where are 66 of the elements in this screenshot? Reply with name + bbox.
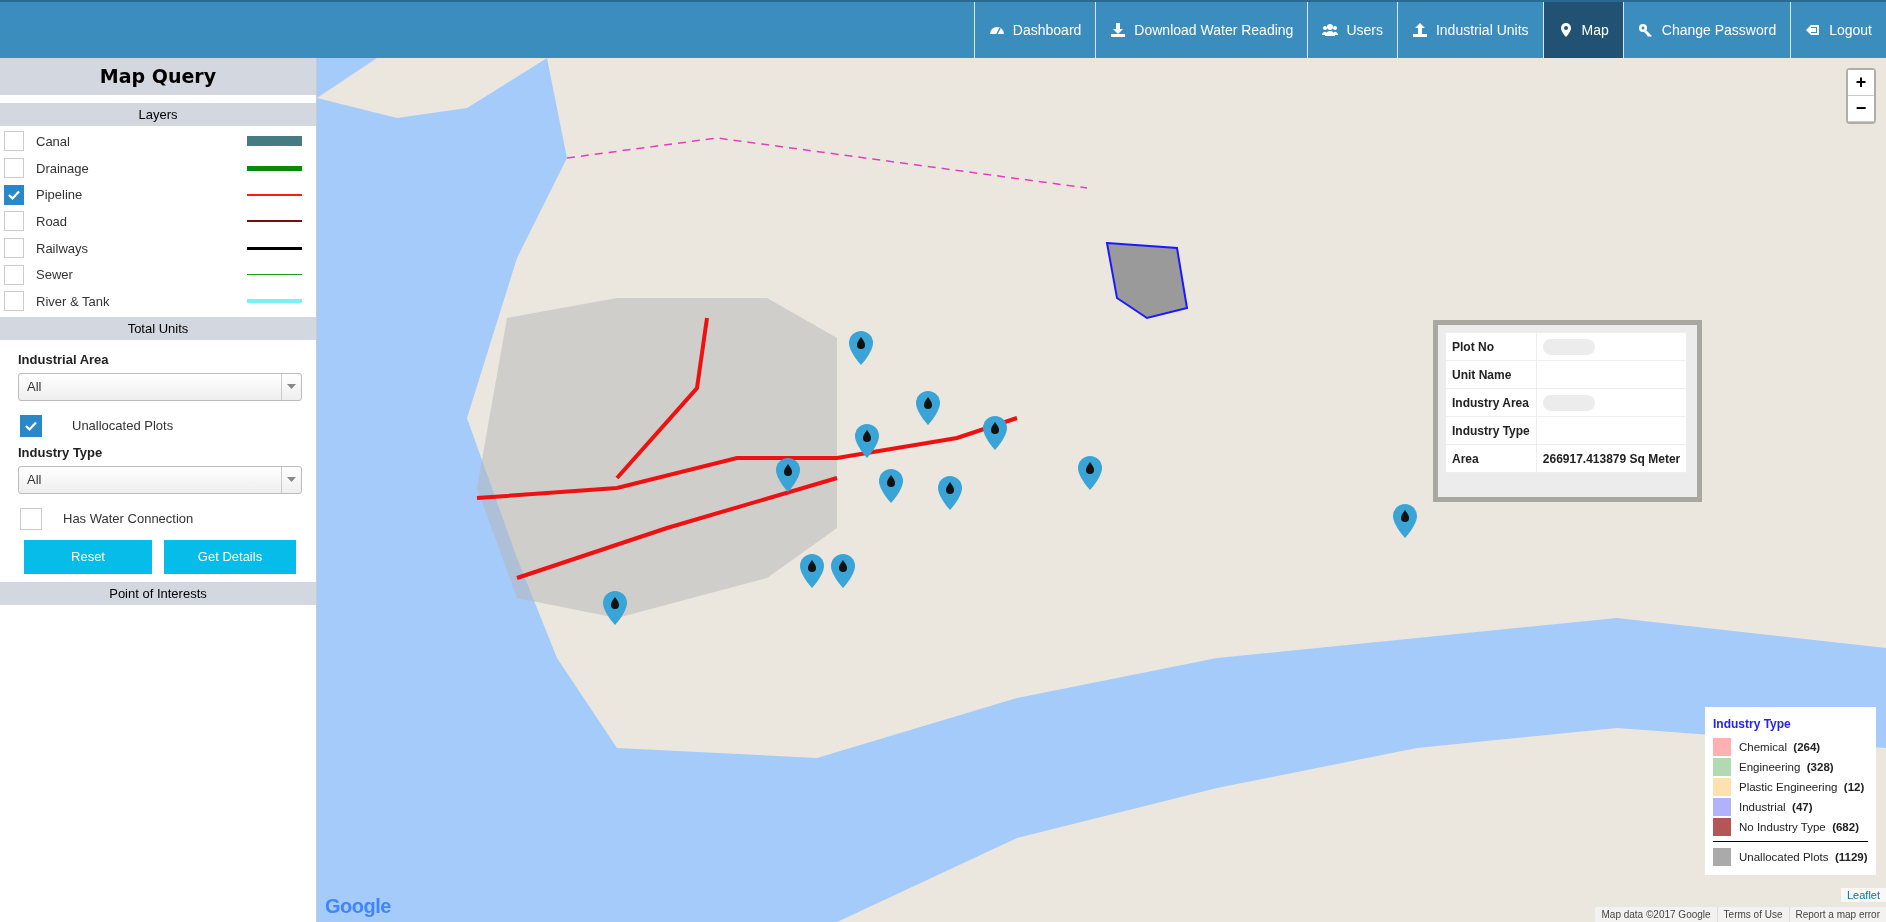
zoom-out-button[interactable]: − <box>1848 96 1874 122</box>
map-pin-icon[interactable] <box>776 458 800 492</box>
caret-icon <box>287 384 296 390</box>
dropdown[interactable]: All <box>18 465 302 494</box>
layer-label: Canal <box>36 133 71 149</box>
section-heading: Point of Interests <box>0 581 316 605</box>
map-pin-icon[interactable] <box>916 391 940 425</box>
table-cell: Plot No <box>1445 332 1537 361</box>
panel-title: Map Query <box>0 58 316 95</box>
legend-title: Industry Type <box>1713 717 1792 731</box>
map-pin-icon[interactable] <box>849 331 873 365</box>
field-label: Industrial Area <box>18 351 110 367</box>
checkbox[interactable] <box>4 131 24 152</box>
checkbox-label: Unallocated Plots <box>72 418 174 434</box>
layer-label: River & Tank <box>36 293 111 309</box>
map-pin-icon[interactable] <box>879 469 903 503</box>
checkbox[interactable] <box>20 507 42 530</box>
sign-out-icon <box>1805 22 1822 38</box>
legend-label: No Industry Type (682) <box>1739 821 1859 833</box>
table-cell: Unit Name <box>1445 360 1537 389</box>
checkbox[interactable] <box>4 158 24 179</box>
attribution-text: Map data ©2017 Google <box>1600 908 1712 922</box>
checkbox[interactable] <box>4 264 24 285</box>
table-cell: Industry Type <box>1445 416 1537 445</box>
table-cell: Industry Area <box>1445 388 1537 417</box>
checkbox[interactable] <box>4 211 24 232</box>
nav-item[interactable]: Map <box>1542 2 1623 58</box>
legend-label: Unallocated Plots (1129) <box>1739 851 1868 863</box>
layer-label: Railways <box>36 240 89 256</box>
legend-label: Plastic Engineering (12) <box>1739 781 1865 793</box>
checkbox[interactable] <box>4 238 24 259</box>
checkbox[interactable] <box>4 184 24 205</box>
layer-label: Pipeline <box>36 187 84 203</box>
dropdown[interactable]: All <box>18 372 302 401</box>
map-pin-icon[interactable] <box>800 554 824 588</box>
caret-icon <box>287 477 296 483</box>
map-pin-icon[interactable] <box>1078 456 1102 490</box>
legend-label: Engineering (328) <box>1739 761 1834 773</box>
field-label: Industry Type <box>18 444 104 460</box>
layer-label: Sewer <box>36 267 74 283</box>
attribution-link[interactable]: Report a map error <box>1788 907 1886 922</box>
download-icon <box>1110 22 1127 38</box>
map-pin-icon[interactable] <box>831 554 855 588</box>
table-cell: 266917.413879 Sq Meter <box>1536 444 1687 473</box>
map-pin-icon[interactable] <box>603 591 627 625</box>
legend-label: Industrial (47) <box>1739 801 1813 813</box>
map-pin-icon[interactable] <box>855 424 879 458</box>
leaflet-link[interactable]: Leaflet <box>1840 888 1886 902</box>
table-cell: Area <box>1445 444 1537 473</box>
zoom-in-button[interactable]: + <box>1848 70 1874 96</box>
map-pin-icon[interactable] <box>983 416 1007 450</box>
checkbox-label: Has Water Connection <box>63 511 194 527</box>
checkbox[interactable] <box>4 291 24 312</box>
google-logo: Google <box>325 895 391 918</box>
layer-label: Drainage <box>36 160 90 176</box>
upload-icon <box>1411 22 1428 38</box>
section-heading: Total Units <box>0 316 316 340</box>
map-pin-icon[interactable] <box>938 476 962 510</box>
section-heading: Layers <box>0 103 316 126</box>
key-icon <box>1637 22 1654 38</box>
users-icon <box>1322 22 1339 38</box>
attribution-link[interactable]: Terms of Use <box>1716 907 1789 922</box>
checkbox[interactable] <box>20 414 42 437</box>
map-pin-icon[interactable] <box>1393 504 1417 538</box>
layer-label: Road <box>36 213 69 229</box>
legend-label: Chemical (264) <box>1739 741 1821 753</box>
